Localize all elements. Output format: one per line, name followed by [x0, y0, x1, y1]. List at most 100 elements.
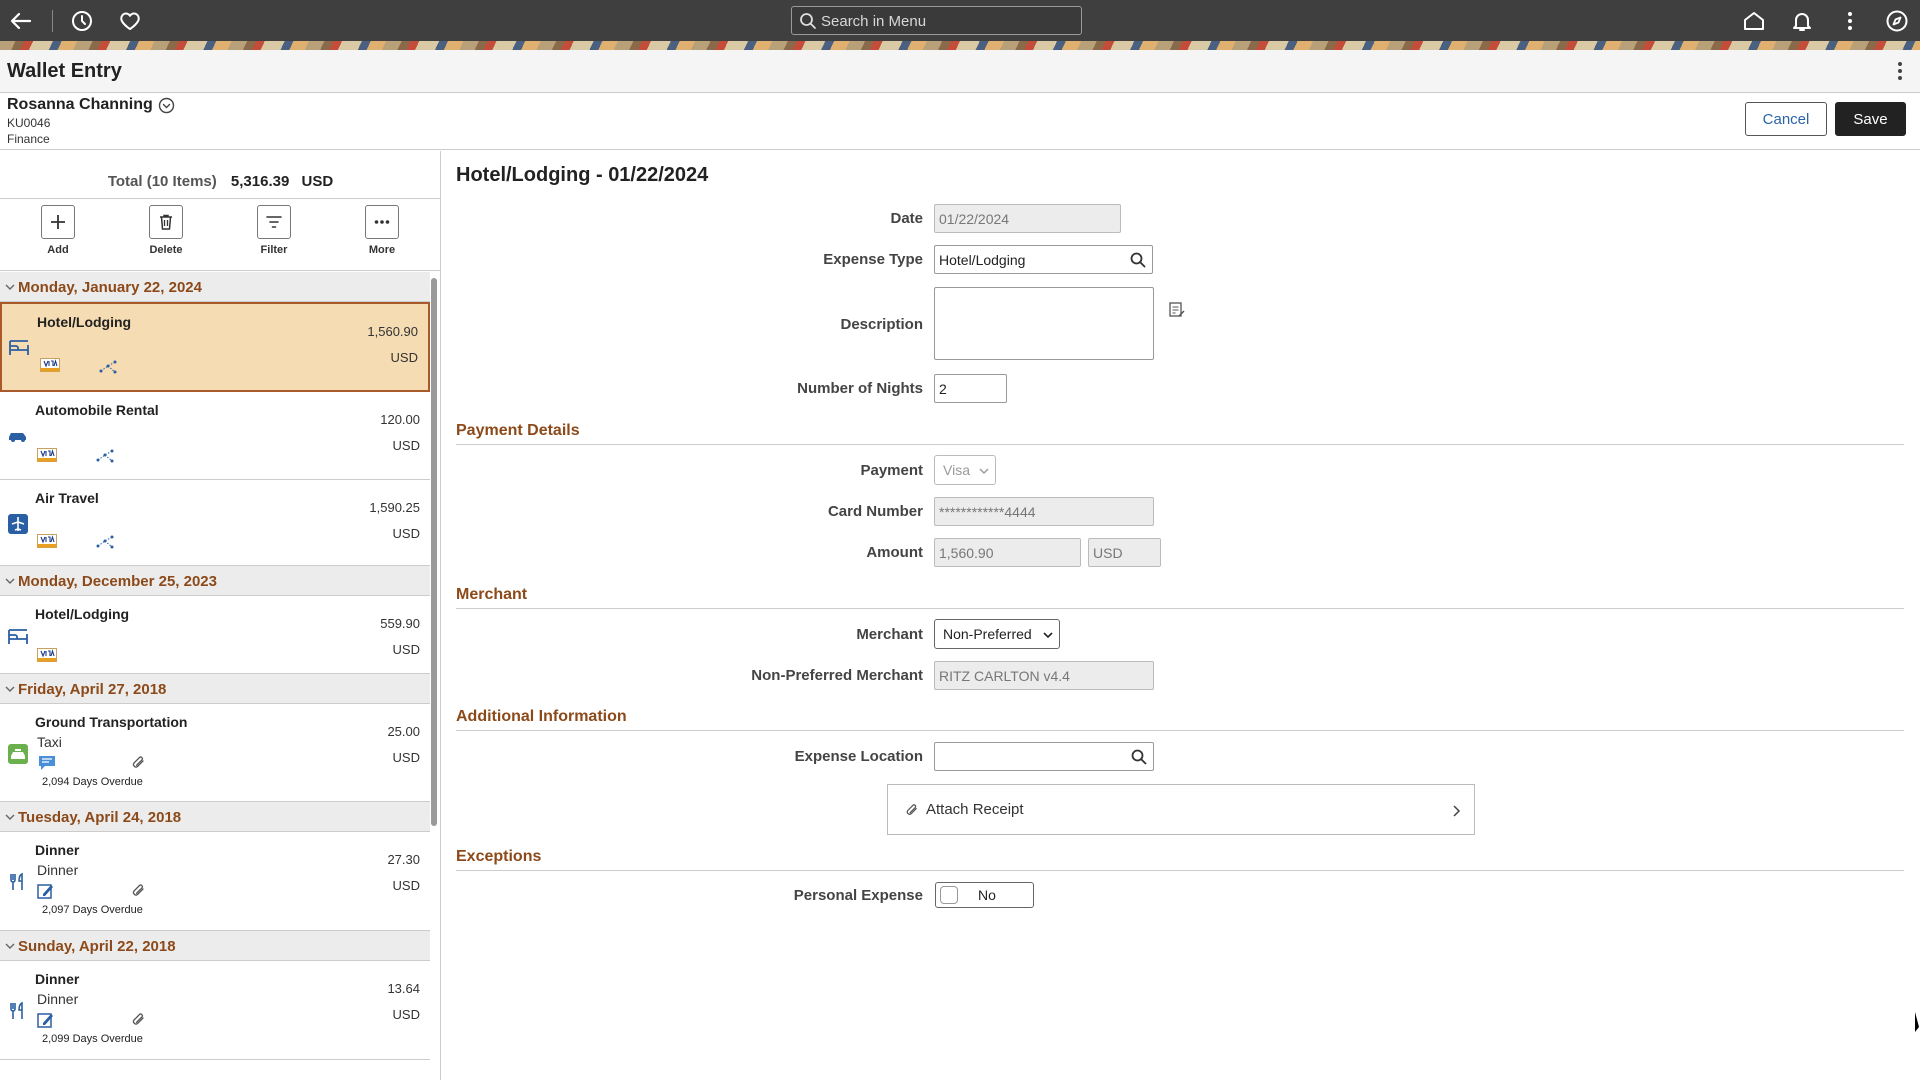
card-number-label: Card Number [827, 503, 923, 520]
item-amount: 559.90 [380, 616, 420, 631]
item-type: Hotel/Lodging [35, 606, 130, 622]
amount-currency-field: USD [1088, 538, 1161, 567]
visa-card-icon [40, 358, 60, 372]
payment-value: Visa [943, 462, 970, 478]
visa-card-icon [37, 448, 57, 462]
mileage-map-icon [95, 448, 115, 464]
chevron-down-icon [979, 466, 989, 476]
chevron-down-circle-icon[interactable] [158, 97, 175, 114]
wallet-total: Total (10 Items) 5,316.39 USD [0, 173, 440, 190]
wallet-item[interactable]: Dinner Dinner 27.30 USD 2,097 Days Overd… [0, 832, 430, 931]
employee-id: KU0046 [7, 116, 51, 130]
paperclip-icon [130, 1011, 147, 1028]
wallet-item[interactable]: Dinner Dinner 13.64 USD 2,099 Days Overd… [0, 961, 430, 1060]
item-amount: 120.00 [380, 412, 420, 427]
search-icon[interactable] [1131, 749, 1147, 765]
decorative-banner [0, 41, 1920, 50]
date-group-label: Tuesday, April 24, 2018 [18, 809, 182, 826]
date-field: 01/22/2024 [934, 204, 1121, 233]
item-currency: USD [392, 438, 420, 453]
chevron-down-icon [4, 683, 16, 695]
card-number-field: ************4444 [934, 497, 1154, 526]
personal-expense-toggle[interactable]: No [935, 882, 1034, 908]
paperclip-icon [130, 754, 147, 771]
attach-receipt-button[interactable]: Attach Receipt [887, 784, 1475, 835]
search-icon[interactable] [1130, 252, 1146, 268]
top-navigation-bar: Search in Menu [0, 0, 1920, 41]
more-label: More [368, 244, 396, 256]
item-amount: 1,560.90 [367, 324, 418, 339]
expense-type-value: Hotel/Lodging [939, 252, 1026, 268]
description-label: Description [840, 316, 923, 333]
favorites-heart-icon[interactable] [118, 9, 142, 33]
item-currency: USD [392, 526, 420, 541]
page-actions-kebab-icon[interactable] [1890, 60, 1910, 82]
date-group-header[interactable]: Monday, December 25, 2023 [0, 566, 430, 596]
notes-icon[interactable] [1168, 301, 1186, 319]
nights-label: Number of Nights [797, 380, 923, 397]
taxi-icon [8, 744, 28, 764]
nights-field[interactable]: 2 [934, 374, 1007, 403]
additional-information-section: Additional Information [456, 708, 1904, 731]
notifications-bell-icon[interactable] [1790, 9, 1814, 33]
personal-expense-label: Personal Expense [793, 887, 923, 904]
wallet-item[interactable]: Ground Transportation Taxi 25.00 USD 2,0… [0, 704, 430, 802]
page-title: Wallet Entry [7, 60, 122, 82]
visa-card-icon [37, 648, 57, 662]
date-group-label: Monday, December 25, 2023 [18, 573, 217, 590]
non-preferred-merchant-field: RITZ CARLTON v4.4 [934, 661, 1154, 690]
item-type: Dinner [35, 971, 80, 987]
merchant-select[interactable]: Non-Preferred [934, 619, 1060, 649]
date-group-header[interactable]: Tuesday, April 24, 2018 [0, 802, 430, 832]
wallet-item[interactable]: Air Travel 1,590.25 USD [0, 480, 430, 566]
mileage-map-icon [95, 534, 115, 550]
actions-kebab-icon[interactable] [1838, 9, 1862, 33]
delete-button[interactable]: Delete [131, 205, 201, 256]
airplane-icon [8, 514, 28, 534]
item-amount: 27.30 [387, 852, 420, 867]
expense-type-field[interactable]: Hotel/Lodging [934, 245, 1153, 274]
payment-select: Visa [934, 455, 996, 485]
fork-knife-icon [8, 872, 28, 892]
overdue-label: 2,099 Days Overdue [42, 1033, 143, 1045]
add-button[interactable]: Add [23, 205, 93, 256]
save-button[interactable]: Save [1835, 102, 1906, 136]
delete-label: Delete [149, 244, 183, 256]
wallet-item[interactable]: Automobile Rental 120.00 USD [0, 392, 430, 480]
expense-location-field[interactable] [934, 742, 1154, 771]
filter-button[interactable]: Filter [239, 205, 309, 256]
wallet-item-selected[interactable]: Hotel/Lodging 1,560.90 USD [0, 302, 430, 392]
employee-department: Finance [7, 132, 50, 146]
item-currency: USD [390, 350, 418, 365]
visa-card-icon [37, 534, 57, 548]
date-group-header[interactable]: Monday, January 22, 2024 [0, 272, 430, 302]
item-amount: 1,590.25 [369, 500, 420, 515]
mileage-map-icon [98, 359, 118, 375]
comment-icon [37, 755, 57, 770]
detail-title: Hotel/Lodging - 01/22/2024 [456, 164, 709, 186]
search-in-menu-input[interactable]: Search in Menu [791, 6, 1082, 35]
plus-icon [41, 205, 75, 239]
item-type: Hotel/Lodging [37, 314, 132, 330]
wallet-item[interactable]: Hotel/Lodging 559.90 USD [0, 596, 430, 674]
more-button[interactable]: More [347, 205, 417, 256]
employee-header: Rosanna Channing KU0046 Finance Cancel S… [0, 94, 1920, 150]
recent-history-icon[interactable] [70, 9, 94, 33]
date-group-label: Sunday, April 22, 2018 [18, 938, 176, 955]
item-currency: USD [392, 642, 420, 657]
item-type: Dinner [35, 842, 80, 858]
filter-icon [257, 205, 291, 239]
paperclip-icon [904, 802, 920, 818]
home-icon[interactable] [1742, 9, 1766, 33]
navigator-compass-icon[interactable] [1885, 9, 1909, 33]
amount-label: Amount [866, 544, 923, 561]
back-arrow-icon[interactable] [9, 9, 33, 33]
date-group-header[interactable]: Sunday, April 22, 2018 [0, 931, 430, 961]
manual-entry-icon [37, 1011, 57, 1028]
date-group-header[interactable]: Friday, April 27, 2018 [0, 674, 430, 704]
cancel-button[interactable]: Cancel [1745, 102, 1827, 136]
search-placeholder: Search in Menu [821, 13, 927, 30]
date-group-label: Friday, April 27, 2018 [18, 681, 167, 698]
amount-field: 1,560.90 [934, 538, 1081, 567]
description-textarea[interactable] [934, 287, 1154, 360]
